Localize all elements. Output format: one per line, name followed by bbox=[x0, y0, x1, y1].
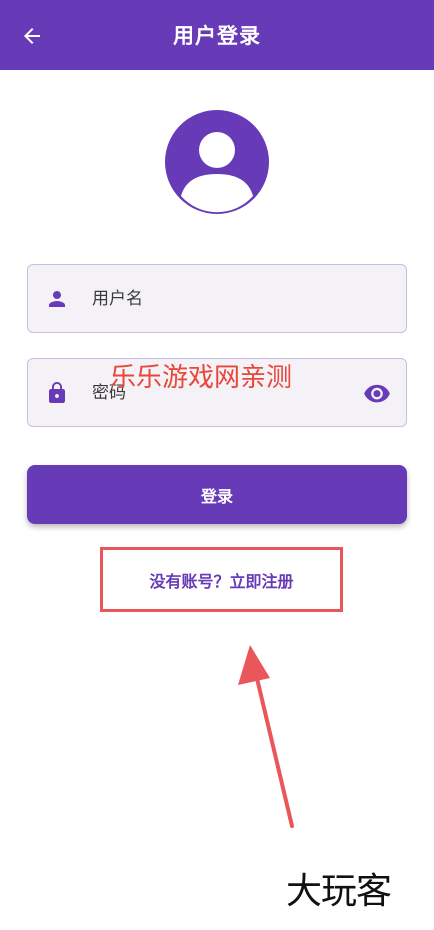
annotation-arrow bbox=[238, 645, 294, 828]
highlight-box: 没有账号？立即注册 bbox=[100, 547, 343, 612]
back-button[interactable] bbox=[14, 18, 50, 54]
username-field[interactable] bbox=[27, 264, 407, 333]
lock-icon bbox=[49, 382, 65, 403]
arrow-left-icon bbox=[24, 28, 40, 44]
login-screen: 用户登录 乐乐游戏网亲测 登录 没有账号？立即注册 bbox=[0, 0, 434, 930]
password-visibility-toggle[interactable] bbox=[362, 380, 392, 406]
app-bar: 用户登录 bbox=[0, 0, 434, 70]
watermark-text: 乐乐游戏网亲测 bbox=[110, 363, 293, 393]
watermark-logo: 大玩客 bbox=[286, 871, 392, 912]
register-link[interactable]: 没有账号？立即注册 bbox=[103, 550, 340, 609]
username-input[interactable] bbox=[92, 265, 372, 332]
page-title: 用户登录 bbox=[173, 24, 261, 48]
eye-icon bbox=[364, 384, 390, 403]
person-icon bbox=[49, 291, 65, 307]
login-button[interactable]: 登录 bbox=[27, 465, 407, 524]
avatar bbox=[165, 110, 269, 214]
account-circle-icon bbox=[181, 132, 253, 213]
